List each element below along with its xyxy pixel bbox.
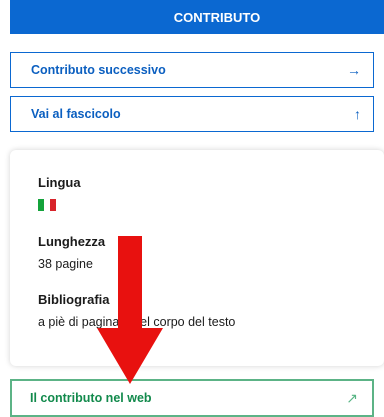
- section-header: CONTRIBUTO: [10, 0, 384, 34]
- external-link-icon: ↗: [346, 389, 358, 406]
- language-label: Lingua: [38, 175, 81, 190]
- details-card: Lingua Lunghezza 38 pagine Bibliografia …: [10, 150, 384, 366]
- language-field: Lingua: [38, 175, 81, 211]
- go-to-issue-label: Vai al fascicolo: [31, 107, 121, 121]
- article-on-web-button[interactable]: Il contributo nel web ↗: [10, 379, 374, 417]
- arrow-right-icon: →: [347, 62, 361, 78]
- next-article-button[interactable]: Contributo successivo →: [10, 52, 374, 88]
- next-article-label: Contributo successivo: [31, 63, 166, 77]
- arrow-up-icon: ↑: [354, 106, 361, 122]
- red-arrow-icon: [97, 236, 163, 384]
- italian-flag-icon: [38, 199, 56, 211]
- go-to-issue-button[interactable]: Vai al fascicolo ↑: [10, 96, 374, 132]
- section-title: CONTRIBUTO: [173, 9, 261, 25]
- article-on-web-label: Il contributo nel web: [30, 391, 152, 405]
